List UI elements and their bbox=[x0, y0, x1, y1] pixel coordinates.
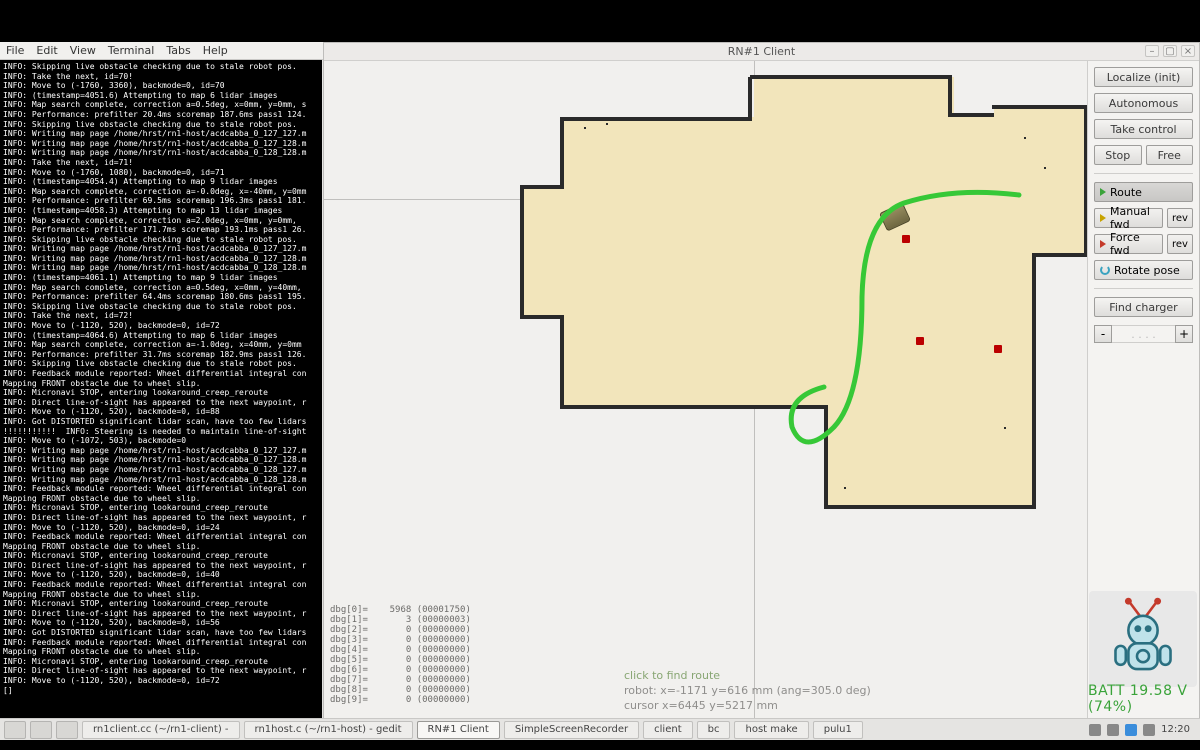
task-rn1host-gedit[interactable]: rn1host.c (~/rn1-host) - gedit bbox=[244, 721, 413, 739]
force-rev-button[interactable]: rev bbox=[1167, 234, 1193, 254]
stop-button[interactable]: Stop bbox=[1094, 145, 1142, 165]
debug-counters: dbg[0]= 5968 (00001750) dbg[1]= 3 (00000… bbox=[330, 605, 471, 705]
task-pulu1[interactable]: pulu1 bbox=[813, 721, 863, 739]
status-readout: click to find route robot: x=-1171 y=616… bbox=[624, 668, 871, 713]
app-launcher-icon[interactable] bbox=[4, 721, 26, 739]
find-charger-button[interactable]: Find charger bbox=[1094, 297, 1193, 317]
floorplan bbox=[524, 77, 1084, 527]
status-hint: click to find route bbox=[624, 668, 871, 683]
play-icon bbox=[1100, 188, 1106, 196]
maximize-icon[interactable]: ▢ bbox=[1163, 45, 1177, 57]
taskbar[interactable]: rn1client.cc (~/rn1-client) - rn1host.c … bbox=[0, 718, 1200, 740]
zoom-in-button[interactable]: + bbox=[1175, 325, 1193, 343]
minimize-icon[interactable]: – bbox=[1145, 45, 1159, 57]
rotate-icon bbox=[1100, 265, 1110, 275]
rotate-pose-toggle[interactable]: Rotate pose bbox=[1094, 260, 1193, 280]
volume-icon[interactable] bbox=[1107, 724, 1119, 736]
autonomous-button[interactable]: Autonomous bbox=[1094, 93, 1193, 113]
terminal-output[interactable]: INFO: Skipping live obstacle checking du… bbox=[0, 60, 322, 720]
menu-tabs[interactable]: Tabs bbox=[166, 44, 190, 57]
rn1-client-window: RN#1 Client – ▢ × bbox=[323, 42, 1200, 720]
control-panel: Localize (init) Autonomous Take control … bbox=[1087, 61, 1199, 719]
localize-button[interactable]: Localize (init) bbox=[1094, 67, 1193, 87]
robot-logo bbox=[1089, 591, 1197, 687]
network-icon[interactable] bbox=[1089, 724, 1101, 736]
menu-edit[interactable]: Edit bbox=[36, 44, 57, 57]
window-title: RN#1 Client bbox=[728, 45, 795, 58]
map-view[interactable]: dbg[0]= 5968 (00001750) dbg[1]= 3 (00000… bbox=[324, 61, 1087, 719]
task-screenrecorder[interactable]: SimpleScreenRecorder bbox=[504, 721, 639, 739]
manual-fwd-toggle[interactable]: Manual fwd bbox=[1094, 208, 1163, 228]
menu-view[interactable]: View bbox=[70, 44, 96, 57]
menu-file[interactable]: File bbox=[6, 44, 24, 57]
take-control-button[interactable]: Take control bbox=[1094, 119, 1193, 139]
force-fwd-toggle[interactable]: Force fwd bbox=[1094, 234, 1163, 254]
menu-help[interactable]: Help bbox=[203, 44, 228, 57]
task-rn1-client[interactable]: RN#1 Client bbox=[417, 721, 500, 739]
clock[interactable]: 12:20 bbox=[1161, 724, 1190, 735]
manual-rev-button[interactable]: rev bbox=[1167, 208, 1193, 228]
bluetooth-icon[interactable] bbox=[1125, 724, 1137, 736]
battery-status: BATT 19.58 V (74%) bbox=[1088, 683, 1193, 715]
obstacle-marker bbox=[994, 345, 1002, 353]
system-tray[interactable]: 12:20 bbox=[1083, 724, 1196, 736]
free-button[interactable]: Free bbox=[1146, 145, 1194, 165]
task-rn1client-cc[interactable]: rn1client.cc (~/rn1-client) - bbox=[82, 721, 240, 739]
file-manager-icon[interactable] bbox=[56, 721, 78, 739]
show-desktop-icon[interactable] bbox=[30, 721, 52, 739]
menu-terminal[interactable]: Terminal bbox=[108, 44, 155, 57]
task-host-make[interactable]: host make bbox=[734, 721, 808, 739]
window-titlebar[interactable]: RN#1 Client – ▢ × bbox=[324, 43, 1199, 61]
zoom-level: . . . . bbox=[1112, 325, 1175, 343]
task-bc[interactable]: bc bbox=[697, 721, 731, 739]
close-icon[interactable]: × bbox=[1181, 45, 1195, 57]
status-cursor: cursor x=6445 y=5217 mm bbox=[624, 698, 871, 713]
task-client[interactable]: client bbox=[643, 721, 692, 739]
play-icon bbox=[1100, 240, 1106, 248]
play-icon bbox=[1100, 214, 1106, 222]
battery-icon[interactable] bbox=[1143, 724, 1155, 736]
status-robot: robot: x=-1171 y=616 mm (ang=305.0 deg) bbox=[624, 683, 871, 698]
obstacle-marker bbox=[916, 337, 924, 345]
obstacle-marker bbox=[902, 235, 910, 243]
zoom-out-button[interactable]: - bbox=[1094, 325, 1112, 343]
route-toggle[interactable]: Route bbox=[1094, 182, 1193, 202]
